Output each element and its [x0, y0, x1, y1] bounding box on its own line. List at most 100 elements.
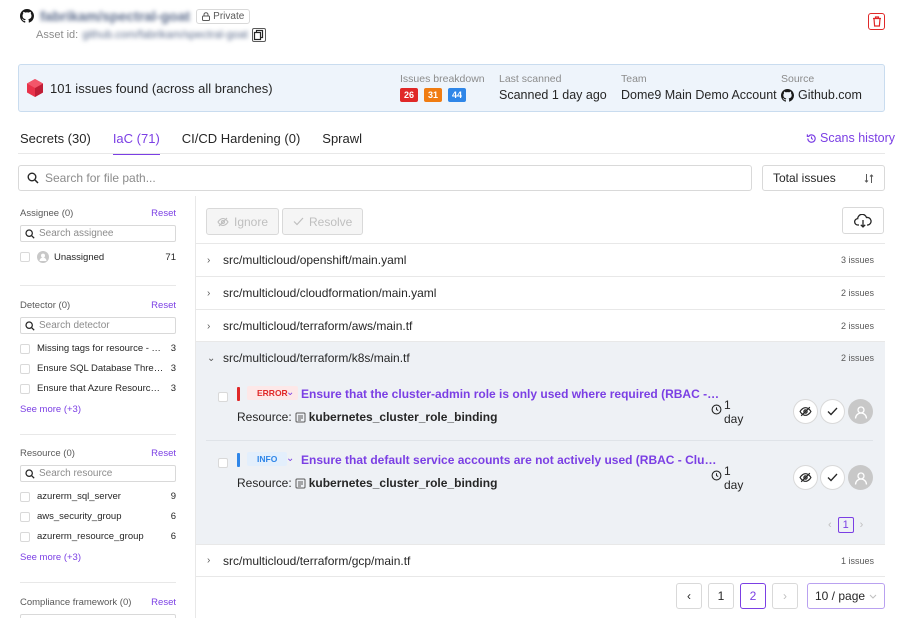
download-button[interactable] [842, 207, 884, 234]
resource-option-label: azurerm_sql_server [37, 491, 121, 502]
resolve-button[interactable]: Resolve [282, 208, 364, 235]
file-row[interactable]: › src/multicloud/terraform/aws/main.tf 2… [196, 309, 885, 342]
compliance-reset-link[interactable]: Reset [151, 597, 176, 608]
check-icon [827, 407, 838, 416]
checkbox[interactable] [20, 383, 30, 394]
next-page-icon[interactable]: › [860, 519, 864, 531]
assign-avatar[interactable] [848, 465, 873, 490]
resource-option[interactable]: azurerm_resource_group 6 [20, 531, 176, 542]
next-page-button[interactable]: › [772, 583, 798, 609]
cube-icon [27, 79, 43, 97]
file-issue-count: 1 issues [840, 555, 874, 566]
detector-search-box[interactable] [20, 317, 176, 334]
search-icon [25, 320, 35, 331]
scans-history-link[interactable]: Scans history [806, 131, 895, 145]
resource-name: kubernetes_cluster_role_binding [308, 410, 498, 424]
issues-breakdown: Issues breakdown 26 31 44 [400, 73, 485, 102]
sort-select[interactable]: Total issues [762, 165, 885, 191]
file-row-expanded[interactable]: ⌄ src/multicloud/terraform/k8s/main.tf 2… [196, 341, 885, 374]
resource-filter-title: Resource (0) [20, 448, 75, 459]
issue-pager-current[interactable]: 1 [837, 517, 854, 533]
tab-cicd-hardening[interactable]: CI/CD Hardening (0) [182, 131, 301, 155]
issue-title[interactable]: Ensure that default service accounts are… [301, 453, 721, 467]
repo-header: fabrikam/spectral-goat Private [20, 8, 251, 24]
issues-summary: 101 issues found (across all branches) [27, 79, 273, 97]
detector-option-label: Ensure that Azure Resource Gr... [37, 383, 165, 394]
ignore-issue-button[interactable] [793, 465, 818, 490]
ignore-button[interactable]: Ignore [206, 208, 280, 235]
source: Source Github.com [781, 73, 862, 102]
prev-page-icon[interactable]: ‹ [828, 519, 832, 531]
detector-search-input[interactable] [39, 320, 175, 331]
file-path: src/multicloud/terraform/k8s/main.tf [223, 351, 410, 365]
resource-filter: Resource (0) Reset azurerm_sql_server 9 … [20, 448, 176, 563]
chevron-down-icon[interactable]: ⌄ [286, 387, 294, 398]
file-row[interactable]: › src/multicloud/openshift/main.yaml 3 i… [196, 243, 885, 276]
issue-age: 1 day [711, 464, 743, 492]
issue-title[interactable]: Ensure that the cluster-admin role is on… [301, 387, 721, 401]
clock-icon [711, 464, 722, 481]
cloud-download-icon [854, 213, 872, 228]
checkbox[interactable] [20, 511, 30, 522]
resource-search-input[interactable] [39, 468, 175, 479]
assignee-search-input[interactable] [39, 228, 175, 239]
copy-icon[interactable] [251, 28, 266, 42]
last-scanned-value: Scanned 1 day ago [499, 88, 607, 102]
checkbox[interactable] [20, 252, 30, 262]
assign-avatar[interactable] [848, 399, 873, 424]
file-row[interactable]: › src/multicloud/terraform/gcp/main.tf 1… [196, 544, 885, 577]
chevron-down-icon [869, 594, 877, 599]
resource-option[interactable]: azurerm_sql_server 9 [20, 491, 176, 502]
critical-count-badge: 26 [400, 88, 419, 102]
checkbox[interactable] [20, 363, 30, 374]
detector-option[interactable]: Ensure that Azure Resource Gr... 3 [20, 383, 176, 394]
tab-secrets[interactable]: Secrets (30) [20, 131, 91, 155]
tab-sprawl[interactable]: Sprawl [322, 131, 362, 155]
checkbox[interactable] [218, 392, 228, 402]
delete-button[interactable] [868, 13, 885, 30]
assignee-filter-title: Assignee (0) [20, 208, 74, 219]
checkbox[interactable] [20, 343, 30, 354]
resource-see-more-link[interactable]: See more (+3) [20, 552, 176, 563]
resource-reset-link[interactable]: Reset [151, 448, 176, 459]
issue-row[interactable]: ERROR ⌄ Ensure that the cluster-admin ro… [206, 380, 873, 438]
file-search-box[interactable] [18, 165, 752, 191]
detector-see-more-link[interactable]: See more (+3) [20, 404, 176, 415]
search-icon [25, 228, 35, 239]
resource-option-label: aws_security_group [37, 511, 122, 522]
page-size-select[interactable]: 10 / page [807, 583, 885, 609]
page-2-button[interactable]: 2 [740, 583, 766, 609]
assignee-search-box[interactable] [20, 225, 176, 242]
tabs-divider [18, 153, 885, 154]
file-row[interactable]: › src/multicloud/cloudformation/main.yam… [196, 276, 885, 309]
user-icon [37, 251, 49, 263]
page-1-button[interactable]: 1 [708, 583, 734, 609]
prev-page-button[interactable]: ‹ [676, 583, 702, 609]
checkbox[interactable] [20, 491, 30, 502]
tab-iac[interactable]: IaC (71) [112, 131, 160, 155]
ignore-issue-button[interactable] [793, 399, 818, 424]
resource-option[interactable]: aws_security_group 6 [20, 511, 176, 522]
severity-bar [237, 387, 240, 401]
issue-row[interactable]: INFO ⌄ Ensure that default service accou… [206, 446, 873, 504]
detector-option[interactable]: Missing tags for resource - TFA... 3 [20, 343, 176, 354]
checkbox[interactable] [218, 458, 228, 468]
resource-search-box[interactable] [20, 465, 176, 482]
detector-option[interactable]: Ensure SQL Database Threat D... 3 [20, 363, 176, 374]
assignee-reset-link[interactable]: Reset [151, 208, 176, 219]
issue-pager: ‹ 1 › [828, 517, 863, 533]
age-unit: day [724, 412, 744, 426]
chevron-down-icon[interactable]: ⌄ [286, 453, 294, 464]
assignee-option-unassigned[interactable]: Unassigned 71 [20, 251, 176, 263]
detector-option-label: Ensure SQL Database Threat D... [37, 363, 165, 374]
resolve-issue-button[interactable] [820, 465, 845, 490]
clock-icon [711, 398, 722, 415]
compliance-search-box[interactable] [20, 614, 176, 618]
resolve-issue-button[interactable] [820, 399, 845, 424]
detector-reset-link[interactable]: Reset [151, 300, 176, 311]
checkbox[interactable] [20, 531, 30, 542]
chevron-right-icon: › [207, 555, 211, 566]
summary-banner: 101 issues found (across all branches) I… [18, 64, 885, 112]
file-search-input[interactable] [45, 171, 751, 185]
issue-age: 1 day [711, 398, 743, 426]
